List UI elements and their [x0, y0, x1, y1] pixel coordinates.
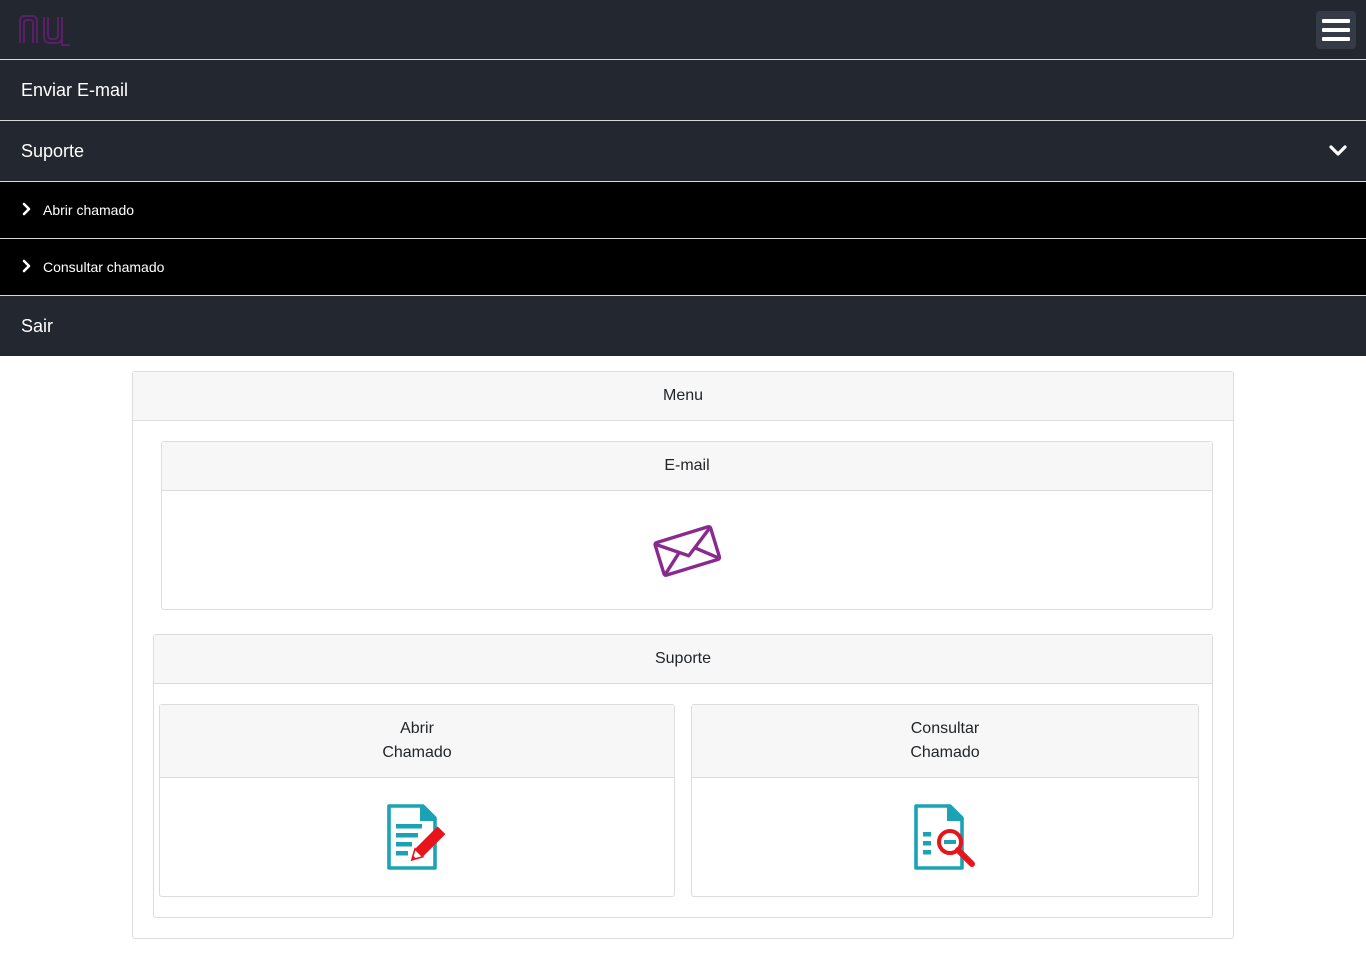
sub-item-label: Consultar chamado — [43, 259, 165, 275]
sub-item-abrir-chamado[interactable]: Abrir chamado — [0, 182, 1366, 239]
nu-logo[interactable] — [18, 13, 74, 47]
nav-item-label: Sair — [21, 315, 54, 336]
hamburger-bar — [1322, 18, 1350, 23]
consultar-chamado-title-line1: Consultar — [910, 720, 980, 737]
email-card-body[interactable] — [162, 491, 1212, 609]
abrir-chamado-body[interactable] — [160, 778, 674, 896]
document-edit-icon[interactable] — [387, 804, 447, 870]
abrir-chamado-card: Abrir Chamado — [159, 704, 675, 897]
document-search-icon[interactable] — [914, 804, 976, 870]
nav-item-sair[interactable]: Sair — [0, 296, 1366, 356]
email-card-title: E-mail — [162, 442, 1212, 491]
abrir-chamado-title-line1: Abrir — [400, 720, 434, 737]
nav-item-suporte[interactable]: Suporte — [0, 121, 1366, 182]
nav-item-enviar-email[interactable]: Enviar E-mail — [0, 60, 1366, 121]
hamburger-bar — [1322, 36, 1350, 41]
menu-card: Menu E-mail Suporte Abrir Chamado Consul… — [132, 371, 1234, 939]
top-navbar — [0, 0, 1366, 60]
consultar-chamado-title: Consultar Chamado — [692, 705, 1198, 778]
consultar-chamado-card: Consultar Chamado — [691, 704, 1199, 897]
menu-card-title: Menu — [133, 372, 1233, 421]
chevron-down-icon — [1329, 145, 1347, 156]
envelope-icon[interactable] — [653, 522, 721, 578]
chevron-right-icon — [22, 202, 31, 216]
abrir-chamado-title: Abrir Chamado — [160, 705, 674, 778]
chevron-right-icon — [22, 259, 31, 273]
hamburger-icon[interactable] — [1316, 10, 1356, 49]
nav-item-label: Enviar E-mail — [21, 79, 129, 100]
consultar-chamado-body[interactable] — [692, 778, 1198, 896]
sub-item-consultar-chamado[interactable]: Consultar chamado — [0, 239, 1366, 296]
suporte-card-title: Suporte — [154, 635, 1212, 684]
email-card: E-mail — [161, 441, 1213, 610]
sub-item-label: Abrir chamado — [43, 202, 135, 218]
suporte-card: Suporte Abrir Chamado Consultar Chamado — [153, 634, 1213, 918]
abrir-chamado-title-line2: Chamado — [382, 744, 452, 761]
nav-item-label: Suporte — [21, 140, 85, 161]
consultar-chamado-title-line2: Chamado — [910, 744, 980, 761]
hamburger-bar — [1322, 27, 1350, 32]
